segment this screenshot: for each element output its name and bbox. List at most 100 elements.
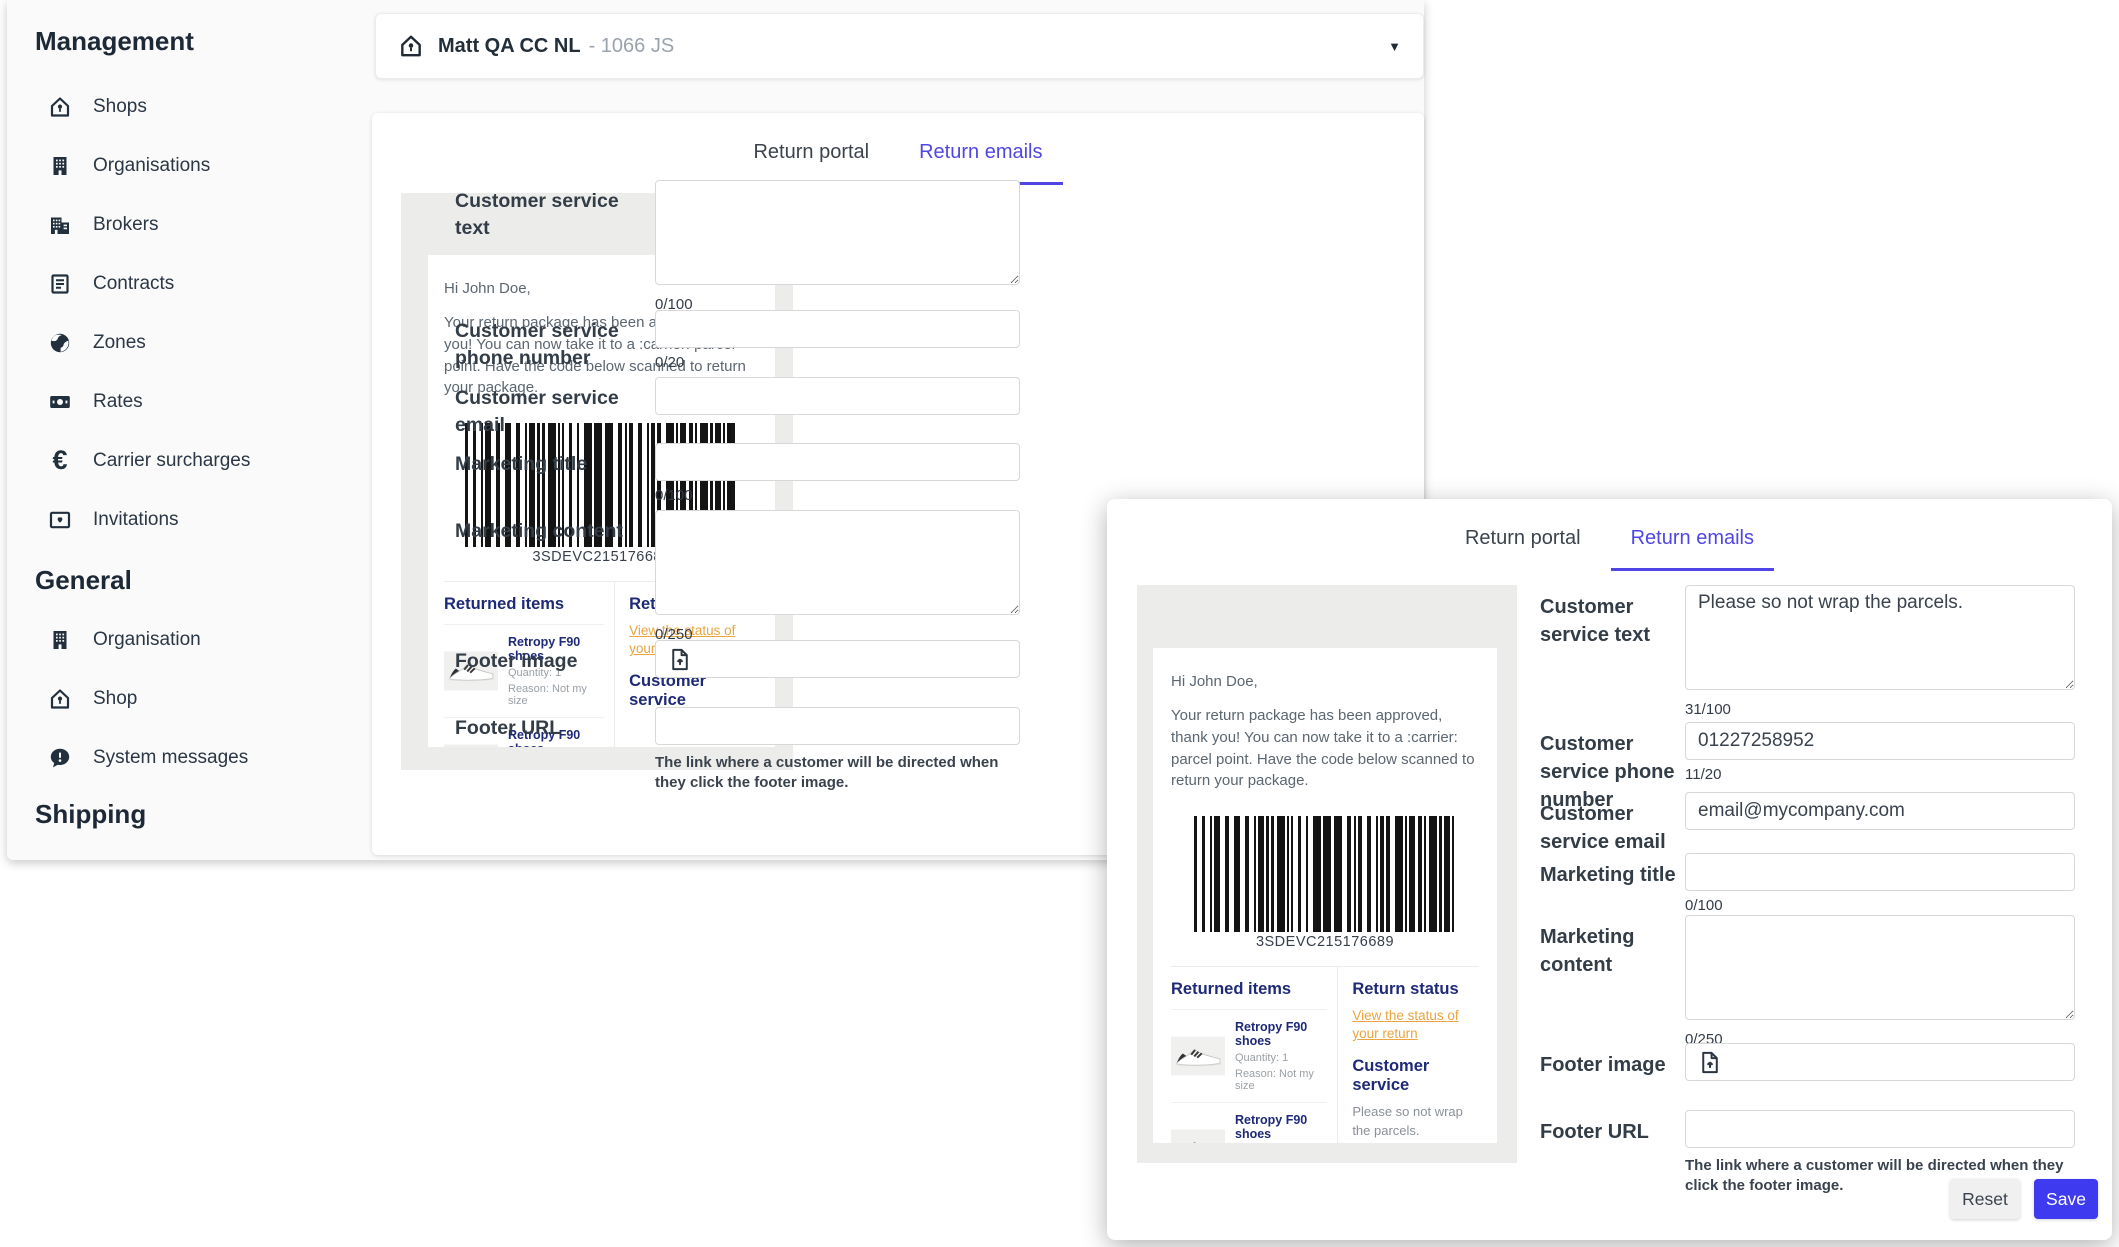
sidebar-item-carrier-surcharges[interactable]: € Carrier surcharges [7,431,371,490]
sidebar-item-rates[interactable]: Rates [7,372,371,431]
sidebar-item-contracts[interactable]: Contracts [7,254,371,313]
item-name: Retropy F90 shoes [1235,1020,1327,1048]
marketing-title-input[interactable] [655,443,1020,481]
email-greeting: Hi John Doe, [1171,673,1479,690]
item-quantity: Quantity: 1 [1235,1052,1327,1064]
marketing-content-input[interactable] [655,510,1020,615]
sidebar-section-title-general: General [35,565,371,596]
sidebar-item-brokers[interactable]: Brokers [7,195,371,254]
home-icon [47,94,73,120]
tab-return-portal[interactable]: Return portal [733,137,889,185]
building-icon [47,153,73,179]
return-emails-panel-front: Return portal Return emails Hi John Doe,… [1107,499,2112,1240]
shop-code: - 1066 JS [589,35,675,58]
marketing-content-label: Marketing content [455,518,625,545]
customer-service-preview-text: Please so not wrap the parcels. [1352,1103,1479,1139]
sidebar-item-organisation[interactable]: Organisation [7,610,371,669]
view-status-link[interactable]: View the status of your return [1352,1007,1479,1043]
customer-service-email-label: Customer service email [455,385,625,440]
tab-return-emails[interactable]: Return emails [1611,523,1774,571]
upload-file-icon [667,647,692,672]
sidebar-section-title-management: Management [35,26,371,57]
returned-items-title: Returned items [444,595,604,625]
tab-bar: Return portal Return emails [372,137,1424,185]
building-icon [47,627,73,653]
footer-image-label: Footer image [455,648,625,675]
shop-selector[interactable]: Matt QA CC NL - 1066 JS ▼ [375,13,1424,79]
marketing-content-label: Marketing content [1540,923,1695,979]
home-icon [47,686,73,712]
marketing-title-label: Marketing title [1540,861,1695,889]
char-counter: 0/20 [655,354,1020,371]
barcode-image [1193,816,1458,932]
globe-icon [47,330,73,356]
tab-return-portal[interactable]: Return portal [1445,523,1601,571]
sidebar-nav-general: Organisation Shop System messages [7,610,371,787]
marketing-title-input[interactable] [1685,853,2075,891]
barcode-section: 3SDEVC215176689 [1171,816,1479,950]
sidebar-nav-management: Shops Organisations Brokers Contracts Zo… [7,77,371,549]
sidebar-item-label: Organisation [93,629,201,651]
footer-url-input[interactable] [655,707,1020,745]
footer-image-upload-button[interactable] [1685,1043,2075,1081]
sidebar-item-label: Shops [93,96,147,118]
sidebar-item-system-messages[interactable]: System messages [7,728,371,787]
char-counter: 0/100 [1685,897,2075,914]
email-body: Your return package has been approved, t… [1171,705,1479,792]
message-alert-icon [47,745,73,771]
returned-item: Retropy F90 shoes Quantity: 1 Reason: No… [1171,1103,1327,1143]
customer-service-text-input[interactable] [655,180,1020,285]
customer-service-phone-input[interactable] [1685,722,2075,760]
barcode-text: 3SDEVC215176689 [1171,934,1479,950]
marketing-title-label: Marketing title [455,451,625,478]
return-status-title: Return status [1352,980,1479,999]
upload-file-icon [1697,1050,1722,1075]
sidebar-item-shop[interactable]: Shop [7,669,371,728]
broker-building-icon [47,212,73,238]
footer-url-hint: The link where a customer will be direct… [655,753,1020,792]
save-button[interactable]: Save [2034,1179,2098,1219]
customer-service-phone-input[interactable] [655,310,1020,348]
returned-items-title: Returned items [1171,980,1327,1010]
chevron-down-icon[interactable]: ▼ [1388,39,1401,54]
sidebar-item-label: Invitations [93,509,179,531]
sidebar-item-invitations[interactable]: Invitations [7,490,371,549]
sidebar-item-label: System messages [93,747,248,769]
sidebar-item-label: Zones [93,332,146,354]
sidebar-item-shops[interactable]: Shops [7,77,371,136]
marketing-content-input[interactable] [1685,915,2075,1020]
char-counter: 31/100 [1685,701,2075,718]
customer-service-email-label: Customer service email [1540,800,1695,856]
envelope-heart-icon [47,507,73,533]
footer-url-label: Footer URL [1540,1118,1695,1146]
customer-service-email-input[interactable] [1685,792,2075,830]
sidebar-item-label: Contracts [93,273,174,295]
customer-service-title: Customer service [1352,1057,1479,1095]
return-status-column: Return status View the status of your re… [1337,967,1479,1143]
sidebar-item-label: Organisations [93,155,210,177]
tab-return-emails[interactable]: Return emails [899,137,1062,185]
sidebar-item-label: Carrier surcharges [93,450,250,472]
footer-url-input[interactable] [1685,1110,2075,1148]
euro-icon: € [47,448,73,474]
item-reason: Reason: Not my size [508,683,604,707]
sidebar-section-title-shipping: Shipping [35,799,371,830]
product-image [1171,1126,1225,1143]
customer-service-text-label: Customer service text [455,188,625,243]
customer-service-text-input[interactable]: Please so not wrap the parcels. [1685,585,2075,690]
banknote-icon [47,389,73,415]
contract-icon [47,271,73,297]
footer-url-label: Footer URL [455,715,625,742]
home-icon [398,33,424,59]
product-image [1171,1033,1225,1079]
customer-service-phone-label: Customer service phone number [455,318,625,373]
footer-image-upload-button[interactable] [655,640,1020,678]
email-preview: Hi John Doe, Your return package has bee… [1137,585,1517,1163]
sidebar-item-organisations[interactable]: Organisations [7,136,371,195]
footer-image-label: Footer image [1540,1051,1695,1079]
reset-button[interactable]: Reset [1950,1179,2020,1219]
item-reason: Reason: Not my size [1235,1068,1327,1092]
customer-service-email-input[interactable] [655,377,1020,415]
sidebar-item-label: Shop [93,688,137,710]
sidebar-item-zones[interactable]: Zones [7,313,371,372]
